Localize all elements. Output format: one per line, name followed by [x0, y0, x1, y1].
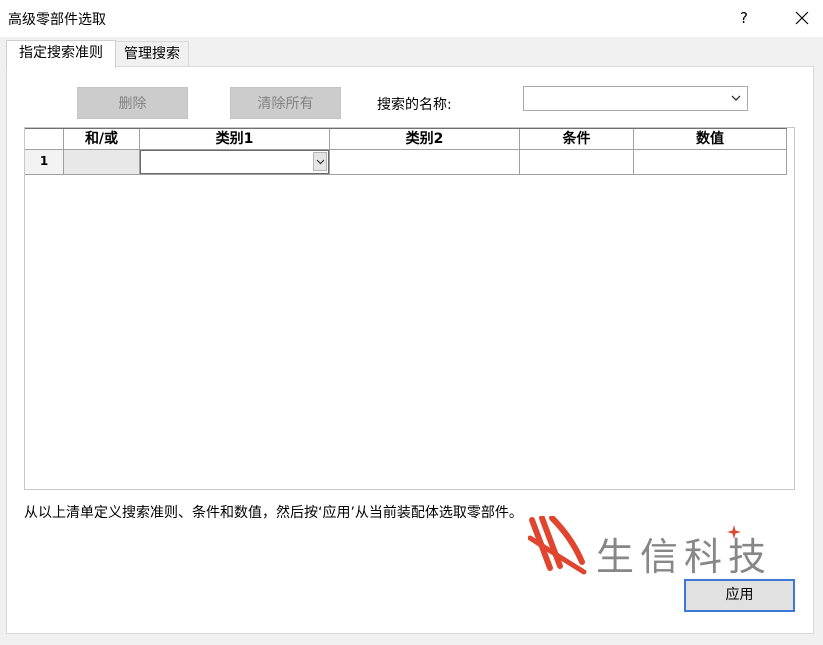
- grid-header-value[interactable]: 数值: [634, 129, 787, 149]
- tab-manage-search[interactable]: 管理搜索: [115, 41, 189, 66]
- category1-dropdown-button[interactable]: [313, 152, 327, 171]
- clear-all-button[interactable]: 清除所有: [230, 87, 341, 119]
- delete-button[interactable]: 删除: [77, 87, 188, 119]
- value-cell[interactable]: [634, 150, 787, 174]
- grid-header-category2[interactable]: 类别2: [330, 129, 520, 149]
- grid-header-row: 和/或 类别1 类别2 条件 数值: [25, 128, 787, 150]
- table-row: 1: [25, 150, 787, 175]
- grid-header-condition[interactable]: 条件: [520, 129, 634, 149]
- close-icon: [795, 11, 809, 25]
- grid-header-category1[interactable]: 类别1: [140, 129, 330, 149]
- search-name-label: 搜索的名称:: [377, 97, 452, 113]
- watermark-logo-icon: [527, 515, 590, 580]
- category1-cell[interactable]: [140, 150, 330, 174]
- instruction-text: 从以上清单定义搜索准则、条件和数值，然后按‘应用’从当前装配体选取零部件。: [24, 505, 523, 521]
- watermark-text: 生信科技: [596, 535, 773, 579]
- apply-button[interactable]: 应用: [684, 579, 795, 612]
- help-button[interactable]: ?: [728, 4, 760, 32]
- chevron-down-icon: [731, 95, 741, 101]
- category2-cell[interactable]: [330, 150, 520, 174]
- row-number[interactable]: 1: [25, 150, 64, 174]
- grid-header-corner: [25, 129, 64, 149]
- category1-dropdown[interactable]: [140, 150, 329, 174]
- search-name-dropdown[interactable]: [523, 86, 748, 111]
- criteria-grid[interactable]: 和/或 类别1 类别2 条件 数值 1: [24, 127, 795, 490]
- window-title: 高级零部件选取: [8, 12, 106, 28]
- title-bar: [0, 0, 823, 37]
- chevron-down-icon: [316, 159, 325, 165]
- close-button[interactable]: [786, 4, 818, 32]
- grid-header-andor[interactable]: 和/或: [64, 129, 140, 149]
- andor-cell[interactable]: [64, 150, 140, 174]
- tab-specify-criteria[interactable]: 指定搜索准则: [6, 40, 116, 68]
- sparkle-icon: [727, 525, 741, 543]
- condition-cell[interactable]: [520, 150, 634, 174]
